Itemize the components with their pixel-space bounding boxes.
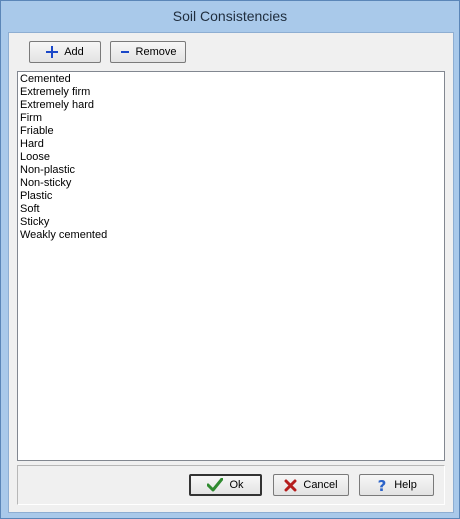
dialog-body: Add Remove Cemented Extremely firm Extre…: [8, 32, 454, 513]
add-button-label: Add: [64, 46, 84, 58]
title-bar[interactable]: Soil Consistencies: [1, 1, 459, 32]
window-title: Soil Consistencies: [172, 8, 288, 24]
list-item[interactable]: Non-plastic: [20, 164, 442, 177]
help-button-label: Help: [394, 479, 417, 491]
list-item[interactable]: Non-sticky: [20, 177, 442, 190]
list-item[interactable]: Extremely hard: [20, 99, 442, 112]
ok-button[interactable]: Ok: [189, 474, 262, 496]
remove-button-label: Remove: [135, 46, 177, 58]
checkmark-icon: [207, 478, 224, 492]
list-item[interactable]: Weakly cemented: [20, 229, 442, 242]
dialog-window: Soil Consistencies Add Remove Cemented E…: [0, 0, 460, 519]
list-item[interactable]: Soft: [20, 203, 442, 216]
cancel-button[interactable]: Cancel: [273, 474, 349, 496]
consistency-listbox[interactable]: Cemented Extremely firm Extremely hard F…: [17, 71, 445, 461]
list-item[interactable]: Cemented: [20, 73, 442, 86]
question-icon: ?: [376, 478, 388, 493]
remove-button[interactable]: Remove: [110, 41, 186, 63]
list-item[interactable]: Firm: [20, 112, 442, 125]
ok-button-label: Ok: [229, 479, 244, 491]
help-button[interactable]: ? Help: [359, 474, 434, 496]
list-item[interactable]: Plastic: [20, 190, 442, 203]
minus-icon: [120, 46, 130, 58]
list-item[interactable]: Hard: [20, 138, 442, 151]
list-item[interactable]: Loose: [20, 151, 442, 164]
plus-icon: [46, 46, 59, 58]
add-button[interactable]: Add: [29, 41, 101, 63]
svg-text:?: ?: [378, 478, 387, 493]
list-item[interactable]: Sticky: [20, 216, 442, 229]
list-item[interactable]: Friable: [20, 125, 442, 138]
cancel-button-label: Cancel: [303, 479, 338, 491]
list-item[interactable]: Extremely firm: [20, 86, 442, 99]
x-icon: [284, 479, 297, 492]
